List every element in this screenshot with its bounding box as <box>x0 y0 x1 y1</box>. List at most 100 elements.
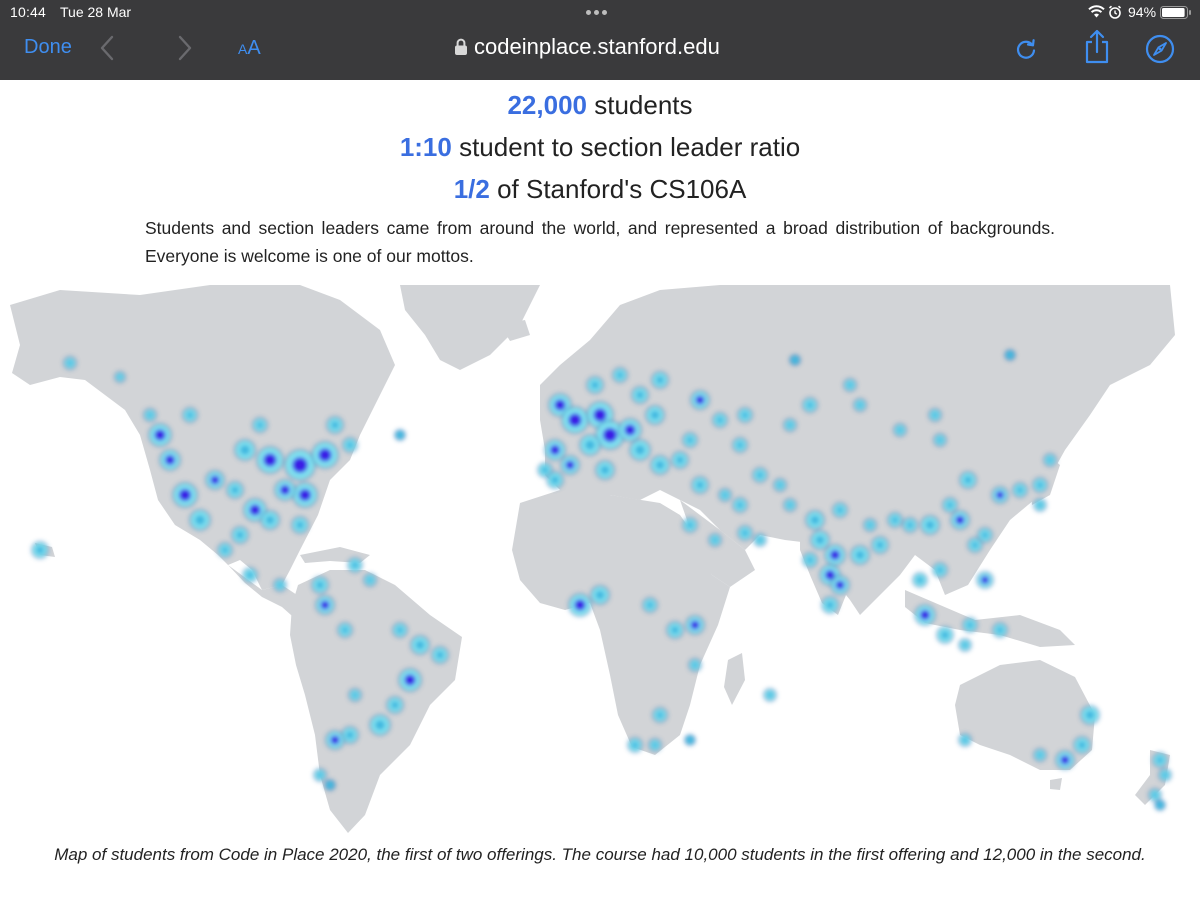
done-button[interactable]: Done <box>24 36 72 59</box>
hotspot-core <box>236 531 244 539</box>
north-america-landmass <box>10 285 395 590</box>
hotspot-core <box>541 466 549 474</box>
hotspot-core <box>296 521 304 529</box>
hotspot-core <box>551 476 559 484</box>
hotspot-core <box>981 531 989 539</box>
hotspot-core <box>602 427 618 443</box>
hotspot-core <box>298 488 312 502</box>
multitasking-dots-icon[interactable] <box>586 10 616 16</box>
hotspot-core <box>341 626 349 634</box>
back-chevron-icon[interactable] <box>98 34 116 67</box>
share-icon[interactable] <box>1082 28 1112 71</box>
hotspot-core <box>757 537 763 543</box>
hotspot-core <box>1152 792 1158 798</box>
hotspot-core <box>806 556 814 564</box>
hotspot-core <box>1162 772 1168 778</box>
compass-icon[interactable] <box>1144 33 1176 70</box>
hotspot-core <box>1085 710 1095 720</box>
hotspot-core <box>317 772 323 778</box>
hotspot-core <box>292 457 308 473</box>
hotspot-core <box>650 410 660 420</box>
hotspot-core <box>249 504 261 516</box>
hotspot-core <box>671 626 679 634</box>
hotspot-core <box>966 621 974 629</box>
hotspot-core <box>696 481 704 489</box>
stat-students: 22,000 students <box>0 90 1200 121</box>
stat-students-value: 22,000 <box>507 90 587 120</box>
hotspot-ring <box>1156 801 1164 809</box>
hotspot-ring <box>326 781 334 789</box>
hotspot-core <box>741 529 749 537</box>
hotspot-core <box>937 437 943 443</box>
hotspot-core <box>891 516 899 524</box>
address-bar[interactable]: codeinplace.stanford.edu <box>454 34 720 64</box>
hotspot-core <box>404 674 416 686</box>
stat-cs106a-text: of Stanford's CS106A <box>489 174 747 204</box>
hotspot-core <box>316 581 324 589</box>
hotspot-core <box>996 626 1004 634</box>
hotspot-core <box>787 422 793 428</box>
battery-percent: 94% <box>1128 4 1157 20</box>
battery-fill <box>1162 8 1185 17</box>
hotspot-core <box>565 460 575 470</box>
hotspot-core <box>722 492 728 498</box>
hotspot-core <box>916 576 924 584</box>
hotspot-core <box>221 546 229 554</box>
hotspot-core <box>320 600 330 610</box>
hotspot-core <box>593 408 607 422</box>
hotspot-core <box>154 429 166 441</box>
hotspot-core <box>716 416 724 424</box>
text-size-large-label: A <box>247 37 261 59</box>
reload-icon[interactable] <box>1012 35 1040 68</box>
hotspot-core <box>810 515 820 525</box>
hotspot-core <box>686 436 694 444</box>
hotspot-core <box>210 475 220 485</box>
hotspot-core <box>415 640 425 650</box>
map-caption: Map of students from Code in Place 2020,… <box>54 845 1146 864</box>
hotspot-core <box>346 731 354 739</box>
forward-chevron-icon[interactable] <box>176 34 194 67</box>
hotspot-core <box>1037 752 1043 758</box>
hotspot-core <box>955 515 965 525</box>
hotspot-core <box>767 692 773 698</box>
hotspot-core <box>692 662 698 668</box>
hotspot-core <box>876 541 884 549</box>
hotspot-core <box>331 421 339 429</box>
hotspot-core <box>855 550 865 560</box>
hotspot-core <box>736 441 744 449</box>
hotspot-core <box>836 506 844 514</box>
hotspot-core <box>1156 756 1164 764</box>
hotspot-core <box>695 395 705 405</box>
hotspot-core <box>1016 486 1024 494</box>
hotspot-core <box>686 521 694 529</box>
hotspot-core <box>1037 502 1043 508</box>
text-size-button[interactable]: AA <box>238 37 261 60</box>
hotspot-core <box>36 546 44 554</box>
hotspot-core <box>815 535 825 545</box>
hotspot-core <box>568 413 582 427</box>
hotspot-core <box>554 399 566 411</box>
hotspot-core <box>624 424 636 436</box>
hotspot-core <box>712 537 718 543</box>
alarm-icon <box>1108 5 1122 22</box>
hotspot-core <box>346 441 354 449</box>
description-text: Students and section leaders came from a… <box>145 218 1055 266</box>
hotspot-core <box>741 411 749 419</box>
hotspot-core <box>436 651 444 659</box>
hotspot-core <box>595 590 605 600</box>
hotspot-core <box>178 488 192 502</box>
hotspot-core <box>830 550 840 560</box>
hotspot-core <box>585 440 595 450</box>
hotspot-core <box>240 445 250 455</box>
hotspot-ring <box>686 736 694 744</box>
hotspot-core <box>920 610 930 620</box>
hotspot-core <box>391 701 399 709</box>
hotspot-core <box>352 692 358 698</box>
hotspot-core <box>1060 755 1070 765</box>
url-text: codeinplace.stanford.edu <box>474 34 720 59</box>
hotspot-core <box>941 631 949 639</box>
hotspot-core <box>591 381 599 389</box>
hotspot-core <box>396 626 404 634</box>
hotspot-core <box>777 482 783 488</box>
hotspot-core <box>756 471 764 479</box>
